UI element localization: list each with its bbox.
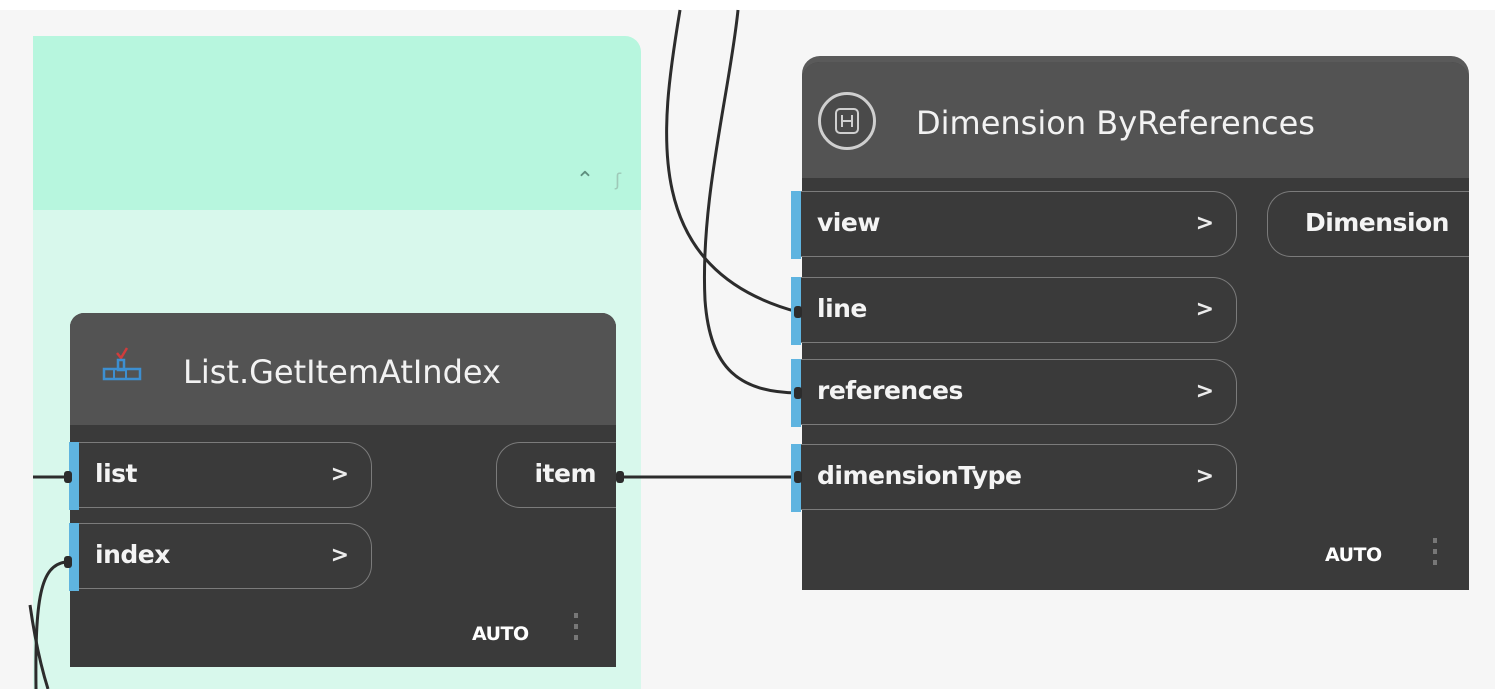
wire-to-references	[702, 9, 799, 395]
input-port-list[interactable]: list >	[69, 442, 372, 510]
port-arrow-icon: >	[330, 543, 349, 568]
connector-dot	[64, 471, 72, 483]
lacing-label[interactable]: AUTO	[1325, 544, 1382, 566]
port-label: index	[95, 540, 170, 569]
port-label: references	[817, 376, 963, 405]
dimension-byreferences-node[interactable]: Dimension ByReferences view > line > ref…	[791, 62, 1469, 590]
list-get-item-icon	[102, 347, 142, 381]
group-resize-handle-icon[interactable]: ʃ	[615, 166, 625, 196]
input-port-references[interactable]: references >	[791, 359, 1237, 427]
port-arrow-icon: >	[1195, 211, 1214, 236]
input-port-line[interactable]: line >	[791, 277, 1237, 345]
node-header[interactable]: List.GetItemAtIndex	[70, 313, 616, 425]
node-title: List.GetItemAtIndex	[183, 353, 501, 391]
canvas-top-edge	[0, 0, 1495, 10]
wire-to-line	[665, 9, 799, 314]
more-options-icon[interactable]	[574, 613, 580, 646]
port-label: list	[95, 459, 137, 488]
node-title: Dimension ByReferences	[916, 104, 1315, 142]
connector-dot	[616, 471, 624, 483]
input-port-index[interactable]: index >	[69, 523, 372, 591]
group-header[interactable]: ⌃ ʃ	[33, 36, 641, 210]
port-label: line	[817, 294, 867, 323]
dimension-icon	[818, 92, 876, 150]
port-label: dimensionType	[817, 461, 1022, 490]
input-port-view[interactable]: view >	[791, 191, 1237, 259]
connector-dot	[64, 556, 72, 568]
port-label: item	[534, 459, 596, 488]
output-port-item[interactable]: item	[496, 442, 616, 508]
input-port-dimensiontype[interactable]: dimensionType >	[791, 444, 1237, 512]
port-arrow-icon: >	[330, 462, 349, 487]
connector-dot	[794, 387, 802, 399]
node-header[interactable]: Dimension ByReferences	[802, 62, 1469, 178]
port-arrow-icon: >	[1195, 379, 1214, 404]
port-label: view	[817, 208, 880, 237]
port-label: Dimension	[1304, 208, 1450, 237]
lacing-label[interactable]: AUTO	[472, 623, 529, 645]
more-options-icon[interactable]	[1433, 538, 1439, 571]
connector-dot	[794, 306, 802, 318]
connector-dot	[794, 471, 802, 483]
list-getitematindex-node[interactable]: List.GetItemAtIndex list > index > item …	[69, 313, 616, 667]
output-port-dimension[interactable]: Dimension	[1267, 191, 1469, 257]
port-arrow-icon: >	[1195, 464, 1214, 489]
canvas[interactable]: ⌃ ʃ List.GetItemAtIndex list > index > i…	[0, 0, 1495, 689]
chevron-up-icon[interactable]: ⌃	[565, 166, 605, 196]
port-arrow-icon: >	[1195, 297, 1214, 322]
port-accent	[791, 191, 801, 259]
